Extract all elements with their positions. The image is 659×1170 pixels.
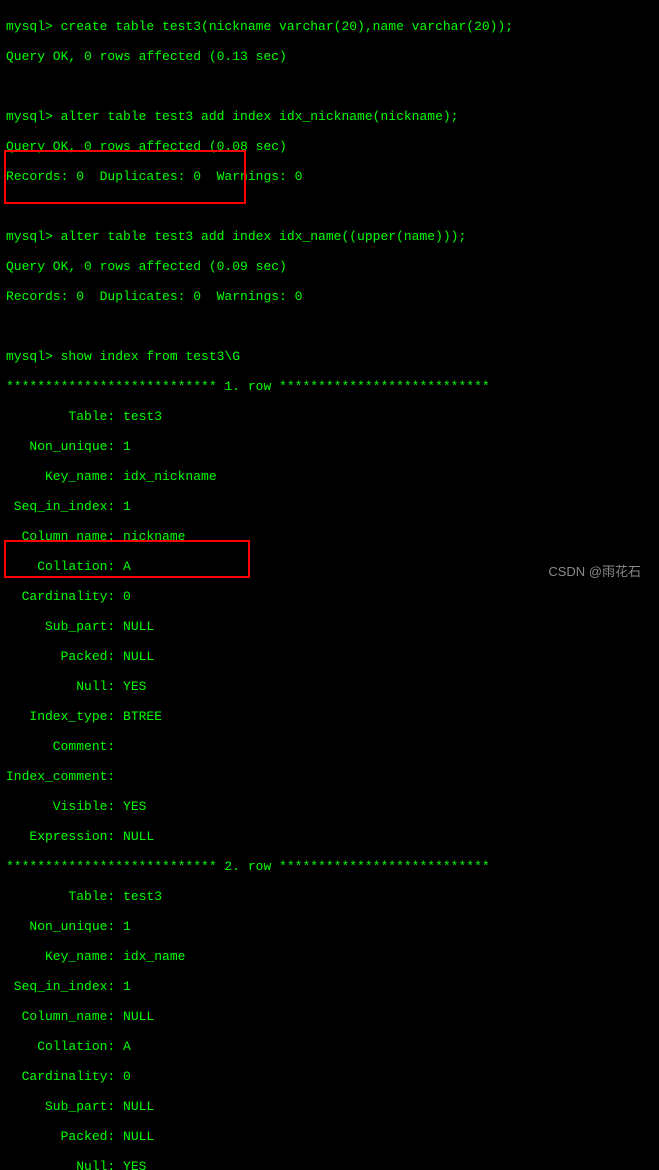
cmd-line: mysql> create table test3(nickname varch…: [6, 19, 653, 34]
result-line: Query OK, 0 rows affected (0.13 sec): [6, 49, 653, 64]
result-line: Records: 0 Duplicates: 0 Warnings: 0: [6, 169, 653, 184]
cmd-line: mysql> show index from test3\G: [6, 349, 653, 364]
field-null: Null: YES: [6, 1159, 653, 1170]
field-column-name: Column_name: nickname: [6, 529, 653, 544]
field-table: Table: test3: [6, 409, 653, 424]
field-collation: Collation: A: [6, 1039, 653, 1054]
field-seq-in-index: Seq_in_index: 1: [6, 499, 653, 514]
field-table: Table: test3: [6, 889, 653, 904]
field-sub-part: Sub_part: NULL: [6, 1099, 653, 1114]
field-seq-in-index: Seq_in_index: 1: [6, 979, 653, 994]
field-index-type: Index_type: BTREE: [6, 709, 653, 724]
field-visible: Visible: YES: [6, 799, 653, 814]
row-separator: *************************** 1. row *****…: [6, 379, 653, 394]
result-line: Query OK, 0 rows affected (0.09 sec): [6, 259, 653, 274]
field-key-name: Key_name: idx_name: [6, 949, 653, 964]
field-comment: Comment:: [6, 739, 653, 754]
result-line: Records: 0 Duplicates: 0 Warnings: 0: [6, 289, 653, 304]
field-null: Null: YES: [6, 679, 653, 694]
field-column-name: Column_name: NULL: [6, 1009, 653, 1024]
blank-line: [6, 319, 653, 334]
watermark-text: CSDN @雨花石: [548, 564, 641, 579]
blank-line: [6, 199, 653, 214]
terminal-output: mysql> create table test3(nickname varch…: [0, 0, 659, 1170]
field-cardinality: Cardinality: 0: [6, 1069, 653, 1084]
field-non-unique: Non_unique: 1: [6, 439, 653, 454]
field-sub-part: Sub_part: NULL: [6, 619, 653, 634]
field-cardinality: Cardinality: 0: [6, 589, 653, 604]
field-packed: Packed: NULL: [6, 649, 653, 664]
row-separator: *************************** 2. row *****…: [6, 859, 653, 874]
cmd-line: mysql> alter table test3 add index idx_n…: [6, 229, 653, 244]
field-key-name: Key_name: idx_nickname: [6, 469, 653, 484]
field-non-unique: Non_unique: 1: [6, 919, 653, 934]
cmd-line: mysql> alter table test3 add index idx_n…: [6, 109, 653, 124]
result-line: Query OK, 0 rows affected (0.08 sec): [6, 139, 653, 154]
field-packed: Packed: NULL: [6, 1129, 653, 1144]
field-index-comment: Index_comment:: [6, 769, 653, 784]
field-expression: Expression: NULL: [6, 829, 653, 844]
blank-line: [6, 79, 653, 94]
